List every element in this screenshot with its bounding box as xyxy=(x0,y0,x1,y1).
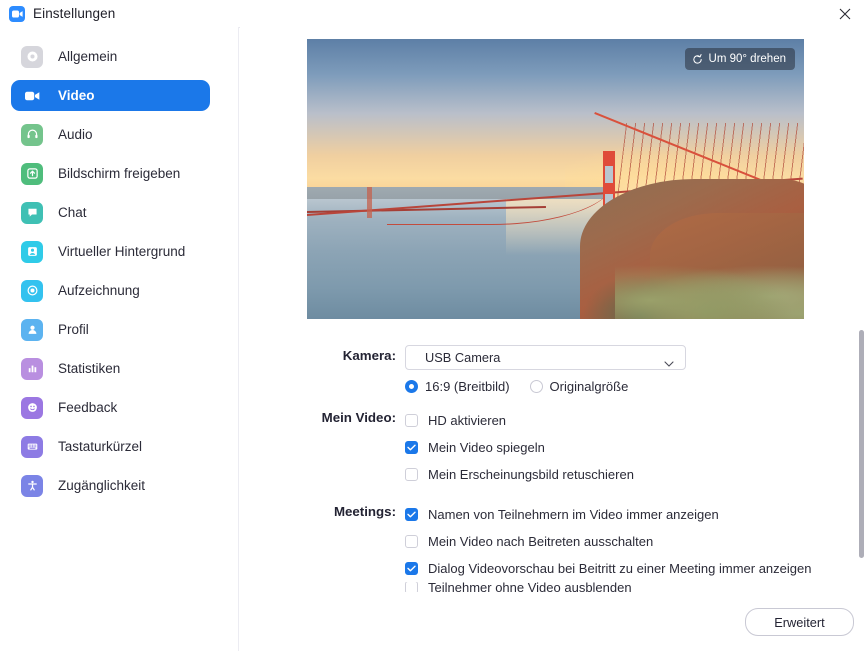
sidebar-item-statistiken[interactable]: Statistiken xyxy=(11,353,210,384)
checkbox-label[interactable]: Teilnehmer ohne Video ausblenden xyxy=(428,582,632,592)
my-video-checkbox-group: HD aktivieren Mein Video spiegeln Mein Ers… xyxy=(405,407,867,488)
checkbox-row[interactable]: Mein Erscheinungsbild retuschieren xyxy=(405,461,867,488)
aspect-ratio-group: 16:9 (Breitbild) Originalgröße xyxy=(405,379,867,394)
checkbox[interactable] xyxy=(405,441,418,454)
footer-bar: Erweitert xyxy=(240,599,867,651)
preview-bridge-tower-far xyxy=(366,187,372,219)
chat-bubble-icon xyxy=(21,201,43,224)
person-frame-icon xyxy=(21,240,43,263)
sidebar-item-virtueller-hintergrund[interactable]: Virtueller Hintergrund xyxy=(11,236,210,267)
screen-share-icon xyxy=(21,162,43,185)
sidebar-item-label: Allgemein xyxy=(58,49,118,64)
my-video-row: Mein Video: HD aktivieren Mein Video spie… xyxy=(240,407,867,488)
sidebar-item-bildschirm-freigeben[interactable]: Bildschirm freigeben xyxy=(11,158,210,189)
camera-row: Kamera: USB Camera 16:9 (Breitbild) Origi… xyxy=(240,345,867,394)
checkbox-row[interactable]: HD aktivieren xyxy=(405,407,867,434)
gear-icon xyxy=(21,45,43,68)
checkbox[interactable] xyxy=(405,508,418,521)
sidebar-item-video[interactable]: Video xyxy=(11,80,210,111)
checkbox[interactable] xyxy=(405,535,418,548)
video-camera-icon xyxy=(21,85,43,107)
smiley-icon xyxy=(21,396,43,419)
aspect-radio-0[interactable] xyxy=(405,380,418,393)
my-video-label: Mein Video: xyxy=(321,410,396,425)
sidebar-item-label: Tastaturkürzel xyxy=(58,439,143,454)
aspect-radio-1[interactable] xyxy=(529,380,543,393)
checkbox-label[interactable]: Mein Video spiegeln xyxy=(428,440,545,455)
sidebar-item-audio[interactable]: Audio xyxy=(11,119,210,150)
camera-label: Kamera: xyxy=(342,348,396,363)
sidebar-item-label: Chat xyxy=(58,205,87,220)
headset-icon xyxy=(21,123,43,146)
accessibility-icon xyxy=(21,474,43,497)
sidebar-item-zugänglichkeit[interactable]: Zugänglichkeit xyxy=(11,470,210,501)
sidebar-item-feedback[interactable]: Feedback xyxy=(11,392,210,423)
content-pane: Um 90° drehen Kamera: USB Camera 16:9 (B… xyxy=(240,27,867,651)
close-icon[interactable] xyxy=(823,0,867,27)
checkbox[interactable] xyxy=(405,562,418,575)
sidebar-item-label: Video xyxy=(58,88,95,103)
rotate-button-label: Um 90° drehen xyxy=(708,53,786,65)
checkbox-row[interactable]: Namen von Teilnehmern im Video immer anz… xyxy=(405,501,867,528)
advanced-button[interactable]: Erweitert xyxy=(745,608,854,636)
title-bar: Einstellungen xyxy=(0,0,867,28)
sidebar-item-label: Feedback xyxy=(58,400,118,415)
sidebar-item-chat[interactable]: Chat xyxy=(11,197,210,228)
preview-scrub xyxy=(615,257,804,319)
rotate-90-button[interactable]: Um 90° drehen xyxy=(684,48,795,70)
camera-select-value: USB Camera xyxy=(425,350,501,365)
checkbox[interactable] xyxy=(405,582,418,592)
aspect-radio-label[interactable]: 16:9 (Breitbild) xyxy=(425,379,510,394)
checkbox-label[interactable]: Mein Erscheinungsbild retuschieren xyxy=(428,467,634,482)
rotate-icon xyxy=(692,53,709,65)
sidebar-item-label: Bildschirm freigeben xyxy=(58,166,181,181)
bar-chart-icon xyxy=(21,357,43,380)
checkbox[interactable] xyxy=(405,414,418,427)
sidebar-item-label: Aufzeichnung xyxy=(58,283,140,298)
sidebar-item-label: Zugänglichkeit xyxy=(58,478,146,493)
checkbox-row[interactable]: Dialog Videovorschau bei Beitritt zu ein… xyxy=(405,555,867,582)
meetings-checkbox-group: Namen von Teilnehmern im Video immer anz… xyxy=(405,501,867,592)
window-title: Einstellungen xyxy=(33,6,116,21)
camera-select[interactable]: USB Camera xyxy=(405,345,686,370)
person-icon xyxy=(21,318,43,341)
chevron-down-icon xyxy=(664,354,674,372)
checkbox-label[interactable]: HD aktivieren xyxy=(428,413,506,428)
keyboard-icon xyxy=(21,435,43,458)
sidebar-item-label: Virtueller Hintergrund xyxy=(58,244,186,259)
sidebar-item-tastaturkürzel[interactable]: Tastaturkürzel xyxy=(11,431,210,462)
record-circle-icon xyxy=(21,279,43,302)
aspect-radio-label[interactable]: Originalgröße xyxy=(550,379,629,394)
meetings-row: Meetings: Namen von Teilnehmern im Video… xyxy=(240,501,867,592)
checkbox-row[interactable]: Mein Video spiegeln xyxy=(405,434,867,461)
checkbox-label[interactable]: Namen von Teilnehmern im Video immer anz… xyxy=(428,507,719,522)
checkbox-row[interactable]: Mein Video nach Beitreten ausschalten xyxy=(405,528,867,555)
sidebar-item-aufzeichnung[interactable]: Aufzeichnung xyxy=(11,275,210,306)
sidebar-item-label: Profil xyxy=(58,322,89,337)
sidebar: Allgemein Video Audio Bildschirm freigeben C… xyxy=(0,27,239,651)
checkbox-label[interactable]: Mein Video nach Beitreten ausschalten xyxy=(428,534,653,549)
meetings-label: Meetings: xyxy=(333,504,396,519)
video-preview: Um 90° drehen xyxy=(307,39,804,319)
checkbox[interactable] xyxy=(405,468,418,481)
checkbox-label[interactable]: Dialog Videovorschau bei Beitritt zu ein… xyxy=(428,561,811,576)
sidebar-item-allgemein[interactable]: Allgemein xyxy=(11,41,210,72)
sidebar-item-label: Audio xyxy=(58,127,93,142)
app-video-camera-icon xyxy=(9,5,25,22)
sidebar-item-label: Statistiken xyxy=(58,361,121,376)
checkbox-row[interactable]: Teilnehmer ohne Video ausblenden xyxy=(405,582,867,592)
content-scrollbar[interactable] xyxy=(859,330,864,558)
video-settings-form: Kamera: USB Camera 16:9 (Breitbild) Origi… xyxy=(240,345,867,592)
sidebar-item-profil[interactable]: Profil xyxy=(11,314,210,345)
